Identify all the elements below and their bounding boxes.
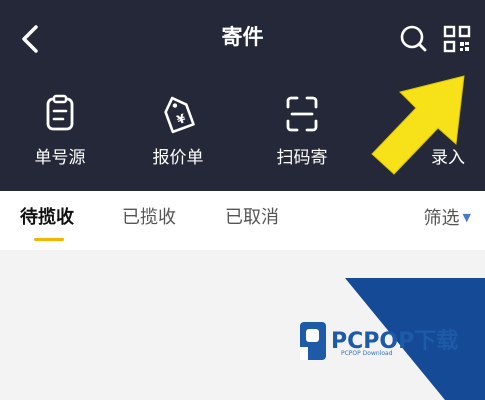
scan-icon (286, 96, 318, 132)
tab-pending-pickup[interactable]: 待揽收 (20, 205, 74, 231)
watermark-subtitle: PCPOP Download (341, 350, 393, 357)
chevron-left-icon (22, 25, 38, 53)
qr-code-button[interactable] (440, 22, 474, 56)
svg-text:¥: ¥ (175, 111, 188, 127)
action-scan-send[interactable]: 扫码寄 (252, 90, 352, 180)
action-tracking-source[interactable]: 单号源 (10, 90, 110, 180)
watermark-logo (300, 278, 485, 400)
action-record-entry[interactable]: 录入 (370, 90, 470, 180)
action-label: 扫码寄 (276, 148, 328, 168)
back-button[interactable] (14, 21, 50, 57)
quick-actions: 单号源 ¥ 报价单 扫码寄 录入 (0, 90, 485, 180)
active-tab-indicator (34, 238, 64, 241)
search-button[interactable] (397, 22, 431, 56)
tab-cancelled[interactable]: 已取消 (225, 205, 279, 231)
tab-picked-up[interactable]: 已揽收 (122, 205, 176, 231)
filter-label: 筛选 (423, 208, 460, 229)
caret-down-icon: ▼ (462, 211, 471, 224)
action-price-list[interactable]: ¥ 报价单 (128, 90, 228, 180)
top-nav: 寄件 (0, 0, 485, 80)
filter-button[interactable]: 筛选 ▼ (424, 205, 471, 232)
header-bar: 寄件 单号源 ¥ 报价单 扫码寄 录入 (0, 0, 485, 191)
action-label: 录入 (431, 148, 465, 168)
order-list-area: PCPOP下载 PCPOP Download (0, 250, 485, 400)
action-label: 报价单 (152, 148, 204, 168)
tab-bar: 待揽收 已揽收 已取消 筛选 ▼ (0, 191, 485, 250)
clipboard-icon (46, 94, 74, 131)
qr-code-icon (443, 25, 471, 53)
search-icon (400, 25, 427, 52)
price-tag-icon: ¥ (164, 96, 195, 134)
action-label: 单号源 (34, 148, 86, 168)
